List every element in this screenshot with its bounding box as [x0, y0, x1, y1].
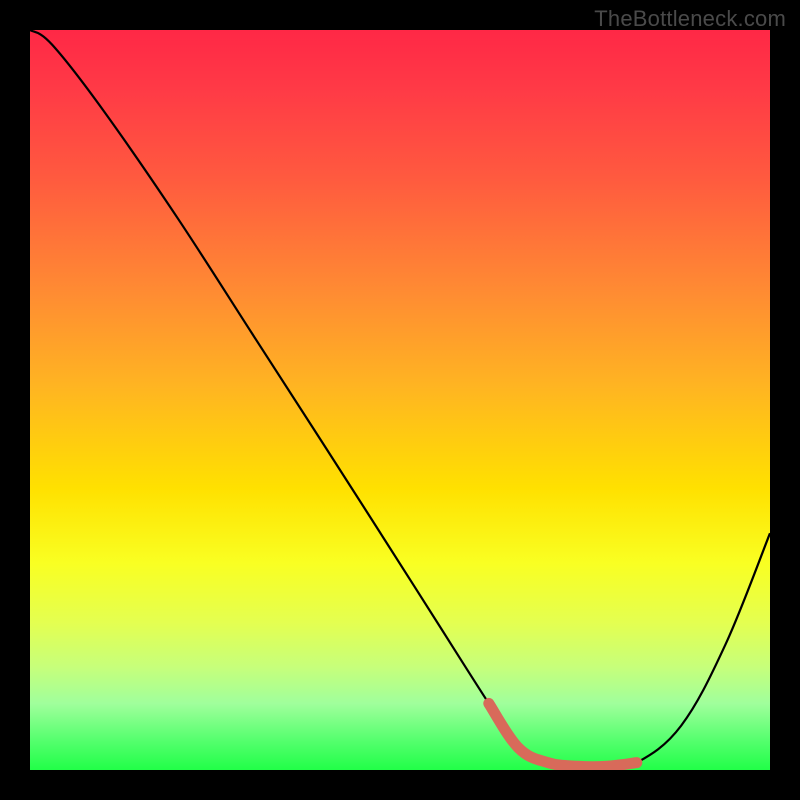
chart-plot-area — [30, 30, 770, 770]
bottleneck-curve-path — [30, 30, 770, 767]
optimal-range-highlight-path — [489, 703, 637, 766]
watermark-text: TheBottleneck.com — [594, 6, 786, 32]
chart-svg — [30, 30, 770, 770]
